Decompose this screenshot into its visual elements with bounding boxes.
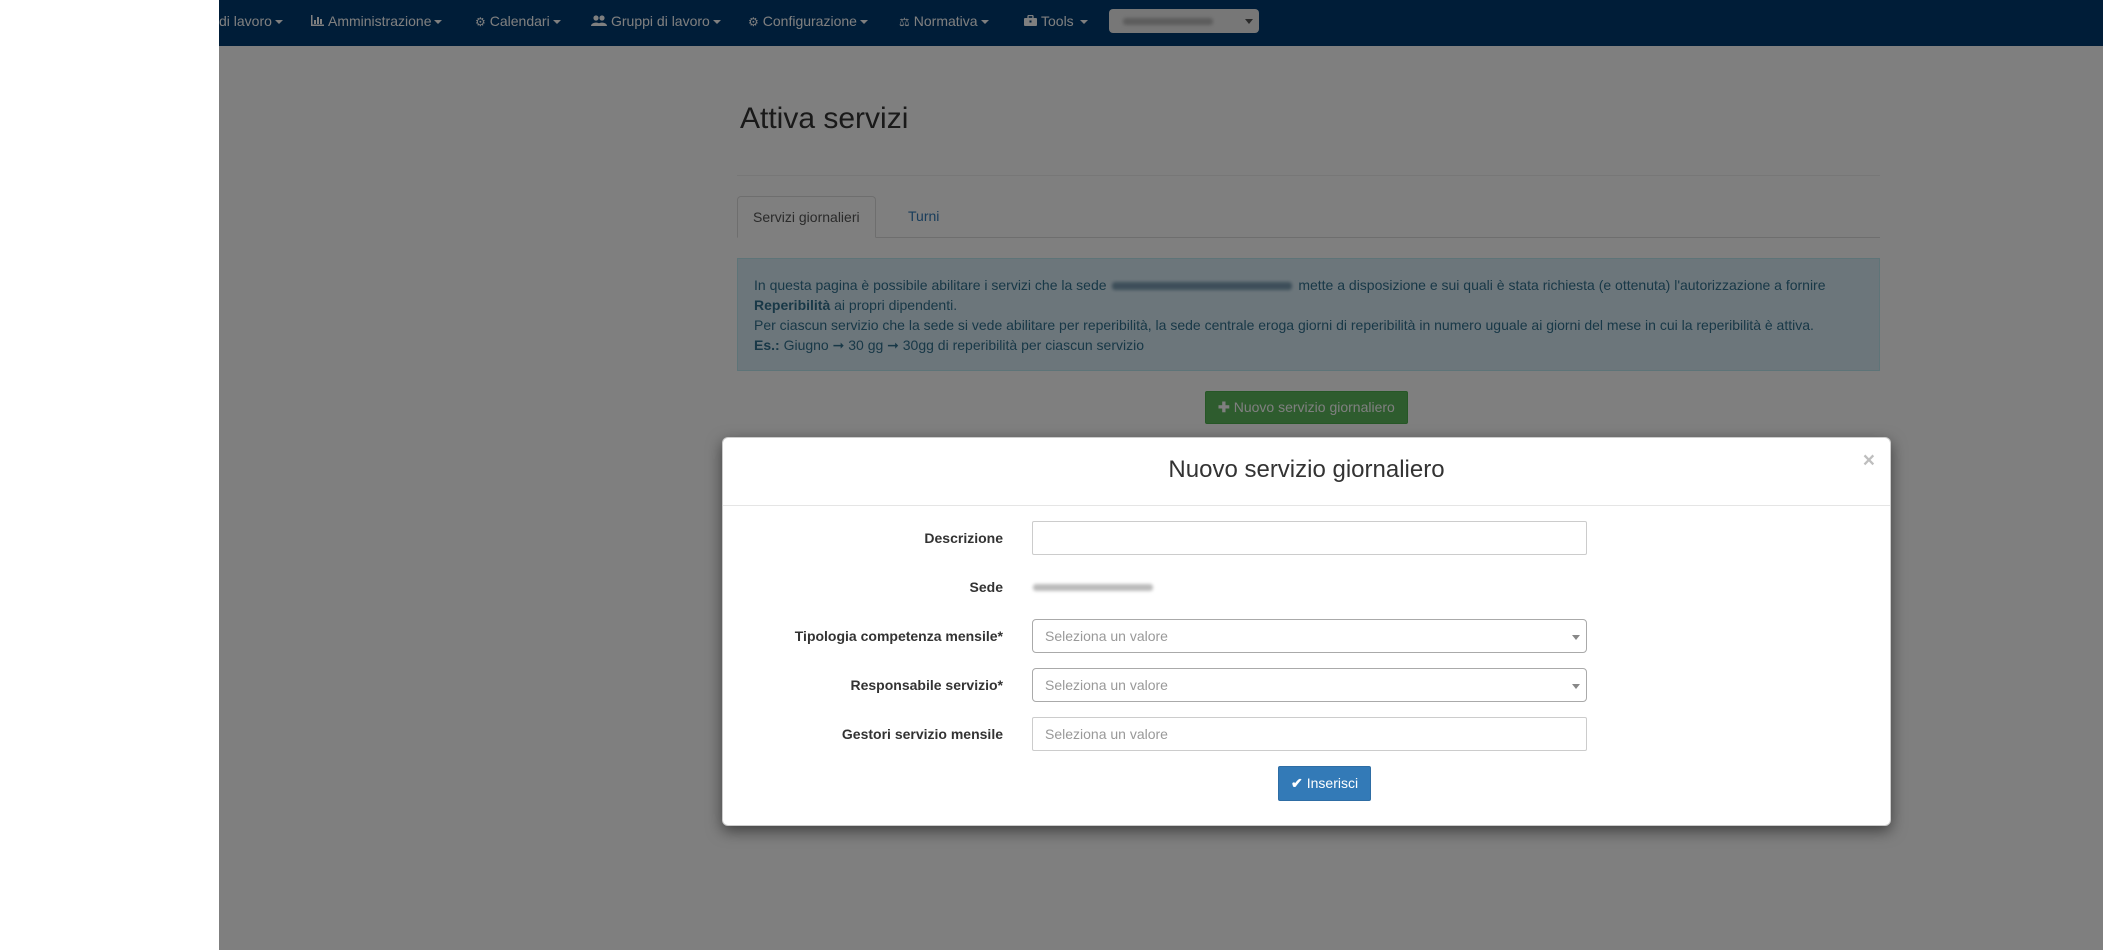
gestori-input[interactable]	[1032, 717, 1587, 751]
tipologia-label: Tipologia competenza mensile*	[794, 628, 1003, 644]
select-placeholder: Seleziona un valore	[1045, 628, 1168, 644]
submit-button[interactable]: ✔ Inserisci	[1278, 766, 1372, 801]
button-label: Inserisci	[1306, 775, 1359, 791]
chevron-down-icon	[1572, 684, 1580, 689]
tipologia-select[interactable]: Seleziona un valore	[1032, 619, 1587, 653]
descrizione-input[interactable]	[1032, 521, 1587, 555]
modal-title: Nuovo servizio giornaliero	[1168, 456, 1445, 483]
responsabile-label: Responsabile servizio*	[850, 677, 1003, 693]
sede-label: Sede	[969, 579, 1003, 595]
check-icon: ✔	[1291, 775, 1303, 791]
modal-header: Nuovo servizio giornaliero ×	[723, 438, 1890, 506]
responsabile-select[interactable]: Seleziona un valore	[1032, 668, 1587, 702]
select-placeholder: Seleziona un valore	[1045, 677, 1168, 693]
chevron-down-icon	[1572, 635, 1580, 640]
descrizione-label: Descrizione	[924, 530, 1003, 546]
redacted-sede-value	[1033, 584, 1153, 591]
app-frame: di lavoro Amministrazione ⚙Calendari Gru…	[219, 0, 2103, 950]
new-service-modal: Nuovo servizio giornaliero × Descrizione…	[722, 437, 1891, 826]
close-icon[interactable]: ×	[1863, 450, 1875, 471]
gestori-label: Gestori servizio mensile	[841, 726, 1003, 742]
